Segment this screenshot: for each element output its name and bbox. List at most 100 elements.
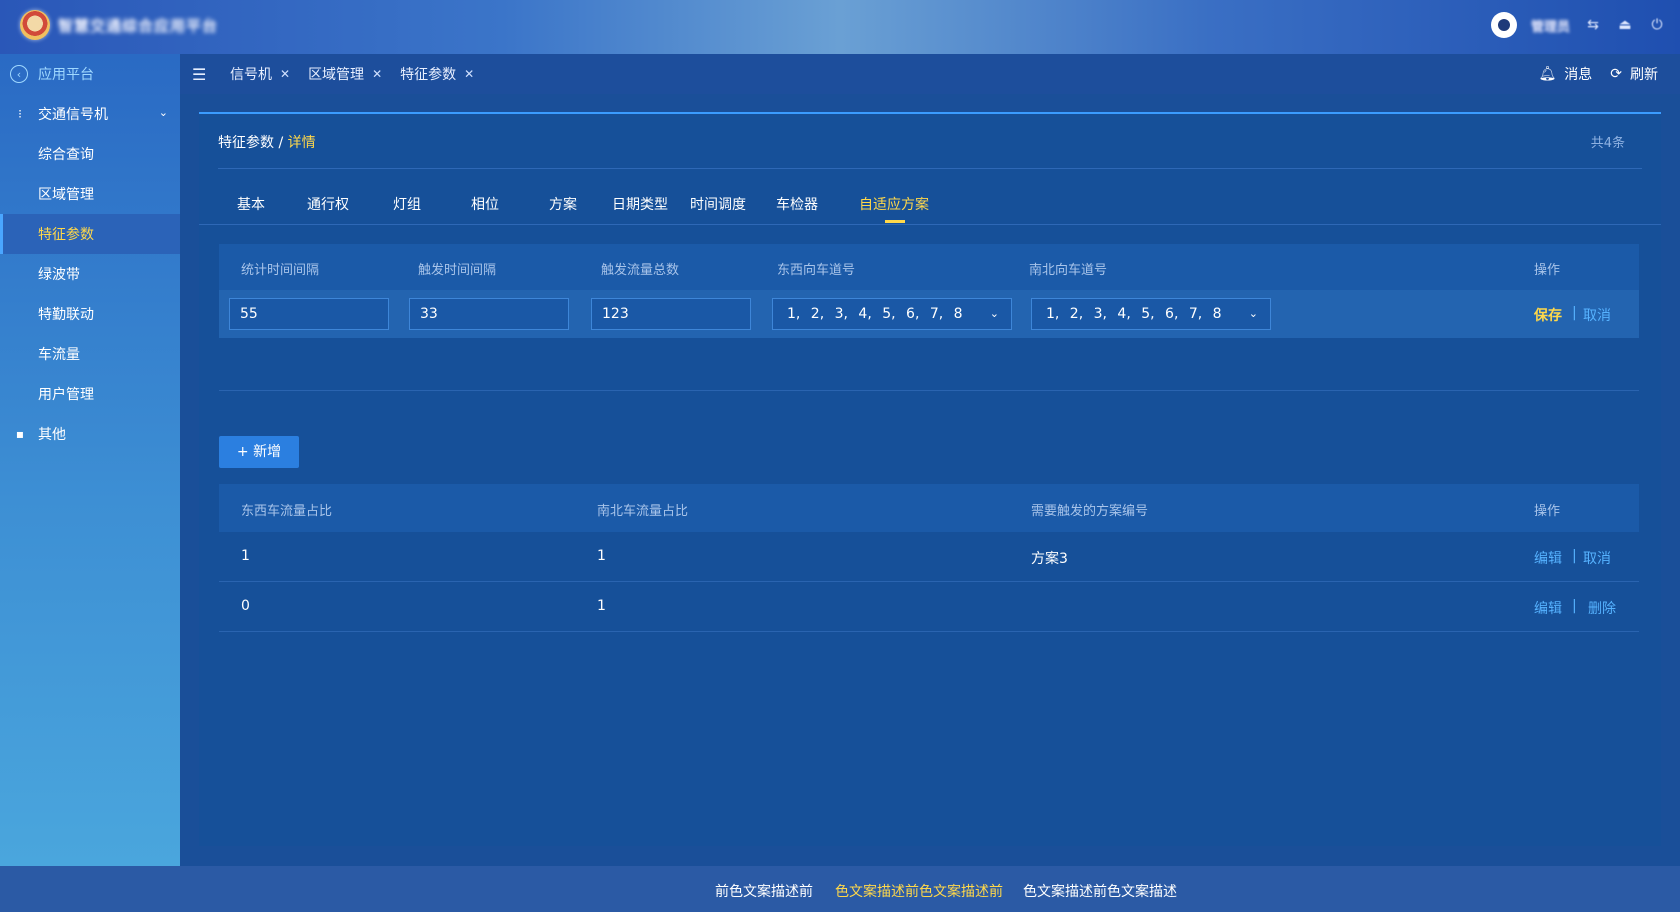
divider (199, 224, 1661, 225)
tab-region[interactable]: 区域管理 ✕ (308, 64, 382, 84)
refresh-icon: ⟳ (1610, 66, 1622, 82)
refresh-button[interactable]: ⟳ 刷新 (1610, 64, 1658, 84)
tabs-bar: ☰ 信号机 ✕ 区域管理 ✕ 特征参数 ✕ 🔔︎ 消息 ⟳ 刷新 (180, 54, 1680, 94)
add-button[interactable]: + 新增 (219, 436, 299, 468)
tabs-right-actions: 🔔︎ 消息 ⟳ 刷新 (1538, 54, 1658, 94)
subtab-plan[interactable]: 方案 (549, 194, 577, 214)
sidebar-other-label: 其他 (38, 427, 66, 443)
trigger-total-input[interactable]: 123 (591, 298, 751, 330)
tab-label: 信号机 (230, 67, 272, 83)
column-header: 操作 (1534, 504, 1561, 519)
ns-ratio-cell: 1 (597, 598, 606, 614)
sidebar-item-region[interactable]: 区域管理 (0, 174, 180, 214)
switch-icon[interactable]: ⇆ (1584, 16, 1602, 34)
stat-interval-input[interactable]: 55 (229, 298, 389, 330)
grid-icon: ▪ (15, 427, 25, 441)
table-row: 0 1 编辑 | 删除 (219, 582, 1639, 632)
subtab-phase[interactable]: 相位 (471, 194, 499, 214)
sidebar-group-label: 交通信号机 (38, 107, 108, 123)
edit-button[interactable]: 编辑 (1534, 598, 1562, 618)
trigger-interval-input[interactable]: 33 (409, 298, 569, 330)
subtab-detector[interactable]: 车检器 (776, 194, 818, 214)
ew-lanes-select[interactable]: 1, 2, 3, 4, 5, 6, 7, 8 ⌄ (772, 298, 1012, 330)
close-icon[interactable]: ✕ (464, 67, 474, 81)
tab-label: 区域管理 (308, 67, 365, 83)
ns-ratio-cell: 1 (597, 548, 606, 564)
breadcrumb: 特征参数 / 详情 (218, 132, 316, 152)
plan-cell: 方案3 (1031, 551, 1068, 567)
user-avatar[interactable] (1490, 12, 1517, 38)
chevron-down-icon: ⌄ (989, 307, 999, 320)
bell-icon: 🔔︎ (1538, 66, 1557, 82)
cancel-button[interactable]: 取消 (1583, 305, 1611, 325)
column-header: 统计时间间隔 (241, 263, 320, 278)
sidebar-item-flow[interactable]: 车流量 (0, 334, 180, 374)
breadcrumb-root[interactable]: 特征参数 (218, 135, 274, 151)
close-icon[interactable]: ✕ (372, 67, 382, 81)
divider (219, 390, 1639, 391)
breadcrumb-separator: / (278, 135, 284, 151)
messages-button[interactable]: 🔔︎ 消息 (1538, 64, 1592, 84)
main-panel: 特征参数 / 详情 共4条 基本 通行权 灯组 相位 方案 日期类型 时间调度 … (199, 112, 1661, 846)
delete-button[interactable]: 删除 (1588, 598, 1616, 618)
ew-lanes-value: 1, 2, 3, 4, 5, 6, 7, 8 (787, 306, 963, 322)
chevron-down-icon: ⌄ (1248, 307, 1258, 320)
footer-text: 前色文案描述前 (715, 884, 813, 900)
ns-lanes-value: 1, 2, 3, 4, 5, 6, 7, 8 (1046, 306, 1222, 322)
tab-params[interactable]: 特征参数 ✕ (400, 64, 474, 84)
sidebar-item-query[interactable]: 综合查询 (0, 134, 180, 174)
column-header: 东西向车道号 (777, 263, 856, 278)
top-header: 智慧交通综合应用平台 管理员 ⇆ ⏏ ⏻ (0, 0, 1680, 54)
sidebar-item-greenwave[interactable]: 绿波带 (0, 254, 180, 294)
save-button[interactable]: 保存 (1534, 305, 1562, 325)
power-icon[interactable]: ⏻ (1648, 16, 1666, 34)
sidebar-group-signal[interactable]: ⁝ 交通信号机 ⌄ (0, 94, 180, 134)
column-header: 需要触发的方案编号 (1031, 504, 1149, 519)
column-header: 触发时间间隔 (418, 263, 497, 278)
user-area: 管理员 ⇆ ⏏ ⏻ (1490, 12, 1666, 38)
sidebar-back-platform[interactable]: ‹ 应用平台 (0, 54, 180, 94)
subtab-right-of-way[interactable]: 通行权 (307, 194, 349, 214)
tab-label: 特征参数 (400, 67, 457, 83)
app-logo (20, 10, 50, 40)
app-title: 智慧交通综合应用平台 (58, 17, 219, 35)
sidebar-back-label: 应用平台 (38, 67, 94, 83)
subtab-date-type[interactable]: 日期类型 (612, 194, 668, 214)
traffic-light-icon: ⁝ (18, 107, 22, 121)
close-icon[interactable]: ✕ (280, 67, 290, 81)
data-table-header: 东西车流量占比 南北车流量占比 需要触发的方案编号 操作 (219, 484, 1639, 532)
menu-toggle-icon[interactable]: ☰ (192, 65, 212, 84)
edit-button[interactable]: 编辑 (1534, 548, 1562, 568)
action-separator: | (1572, 305, 1577, 321)
back-arrow-icon: ‹ (10, 65, 28, 83)
subtab-basic[interactable]: 基本 (237, 194, 265, 214)
user-name[interactable]: 管理员 (1531, 16, 1570, 35)
subtab-adaptive-plan[interactable]: 自适应方案 (859, 194, 929, 214)
detail-subtabs: 基本 通行权 灯组 相位 方案 日期类型 时间调度 车检器 自适应方案 (199, 194, 1661, 224)
column-header: 触发流量总数 (601, 263, 680, 278)
column-header: 东西车流量占比 (241, 504, 333, 519)
refresh-label: 刷新 (1630, 67, 1658, 83)
action-separator: | (1572, 598, 1577, 614)
active-tab-indicator (885, 220, 905, 223)
eject-icon[interactable]: ⏏ (1616, 16, 1634, 34)
column-header: 南北向车道号 (1029, 263, 1108, 278)
column-header: 南北车流量占比 (597, 504, 689, 519)
subtab-schedule[interactable]: 时间调度 (690, 194, 746, 214)
sidebar: ‹ 应用平台 ⁝ 交通信号机 ⌄ 综合查询 区域管理 特征参数 绿波带 特勤联动… (0, 54, 180, 866)
sidebar-item-users[interactable]: 用户管理 (0, 374, 180, 414)
config-table-header: 统计时间间隔 触发时间间隔 触发流量总数 东西向车道号 南北向车道号 操作 (219, 244, 1639, 290)
chevron-down-icon: ⌄ (158, 106, 168, 119)
sidebar-item-params[interactable]: 特征参数 (0, 214, 180, 254)
ew-ratio-cell: 1 (241, 548, 250, 564)
tab-signal[interactable]: 信号机 ✕ (230, 64, 290, 84)
ns-lanes-select[interactable]: 1, 2, 3, 4, 5, 6, 7, 8 ⌄ (1031, 298, 1271, 330)
table-row: 1 1 方案3 编辑 | 取消 (219, 532, 1639, 582)
subtab-lamp-group[interactable]: 灯组 (393, 194, 421, 214)
breadcrumb-current: 详情 (287, 135, 316, 151)
ew-ratio-cell: 0 (241, 598, 250, 614)
sidebar-group-other[interactable]: ▪ 其他 (0, 414, 180, 454)
cancel-button[interactable]: 取消 (1583, 548, 1611, 568)
footer-text-highlight: 色文案描述前色文案描述前 (835, 884, 1003, 900)
sidebar-item-escort[interactable]: 特勤联动 (0, 294, 180, 334)
